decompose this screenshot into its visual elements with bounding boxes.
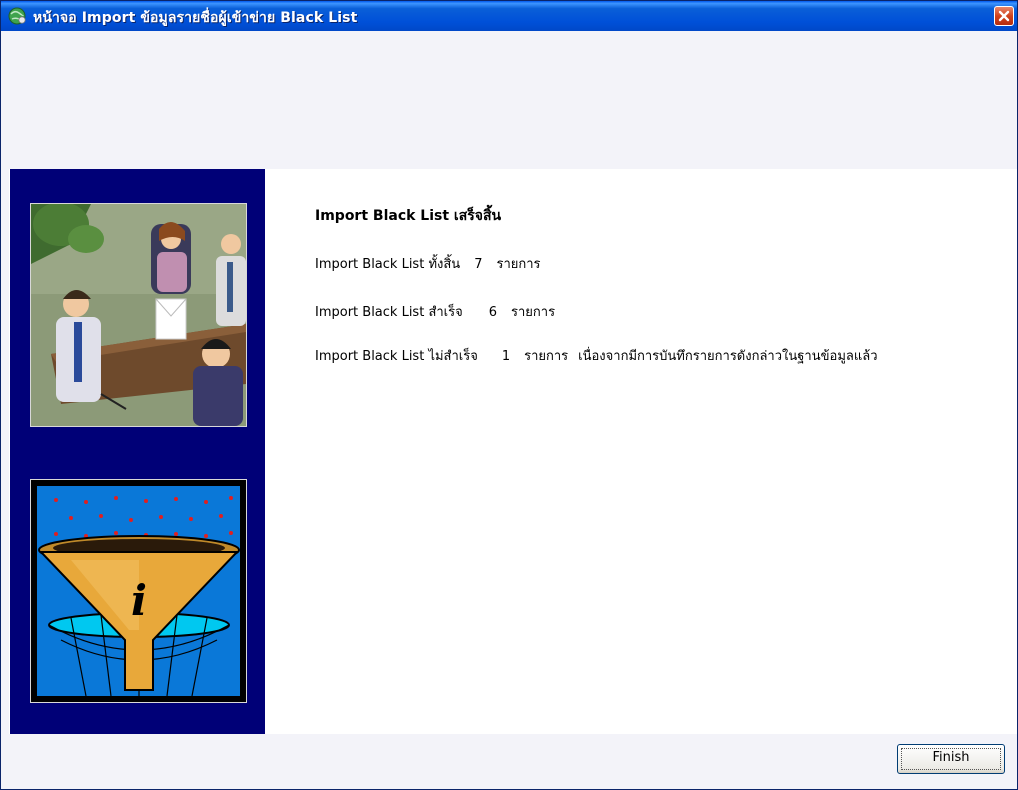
failed-label: Import Black List ไม่สำเร็จ — [315, 349, 478, 364]
close-icon — [998, 10, 1010, 22]
success-label: Import Black List สำเร็จ — [315, 305, 463, 320]
office-meeting-illustration — [30, 203, 247, 427]
total-label: Import Black List ทั้งสิ้น — [315, 257, 461, 272]
completion-heading: Import Black List เสร็จสิ้น — [315, 208, 502, 224]
title-bar[interactable]: หน้าจอ Import ข้อมูลรายชื่อผู้เข้าข่าย B… — [1, 1, 1017, 31]
failed-count: 1 — [501, 349, 511, 364]
success-unit: รายการ — [511, 305, 556, 320]
total-count: 7 — [474, 257, 483, 272]
globe-app-icon — [8, 7, 26, 25]
total-count-line: Import Black List ทั้งสิ้น 7 รายการ — [315, 253, 551, 274]
success-count-line: Import Black List สำเร็จ 6 รายการ — [315, 301, 565, 322]
window-title: หน้าจอ Import ข้อมูลรายชื่อผู้เข้าข่าย B… — [33, 10, 358, 26]
finish-button[interactable]: Finish — [897, 744, 1005, 774]
info-funnel-illustration: i — [30, 479, 247, 703]
import-wizard-window: หน้าจอ Import ข้อมูลรายชื่อผู้เข้าข่าย B… — [0, 0, 1018, 790]
wizard-footer: Finish — [9, 734, 1017, 789]
close-button[interactable] — [994, 6, 1014, 26]
wizard-header-band — [9, 31, 1017, 169]
failed-unit: รายการ — [524, 349, 569, 364]
wizard-sidebar: i — [10, 169, 265, 734]
total-unit: รายการ — [496, 257, 541, 272]
window-left-border — [1, 31, 9, 789]
svg-text:i: i — [131, 576, 147, 625]
focus-rect — [901, 748, 1001, 770]
success-count: 6 — [488, 305, 497, 320]
failed-reason: เนื่องจากมีการบันทึกรายการดังกล่าวในฐานข… — [578, 349, 878, 364]
failed-count-line: Import Black List ไม่สำเร็จ 1 รายการ เนื่อง… — [315, 345, 878, 366]
wizard-content: Import Black List เสร็จสิ้น Import Black… — [265, 169, 1017, 734]
